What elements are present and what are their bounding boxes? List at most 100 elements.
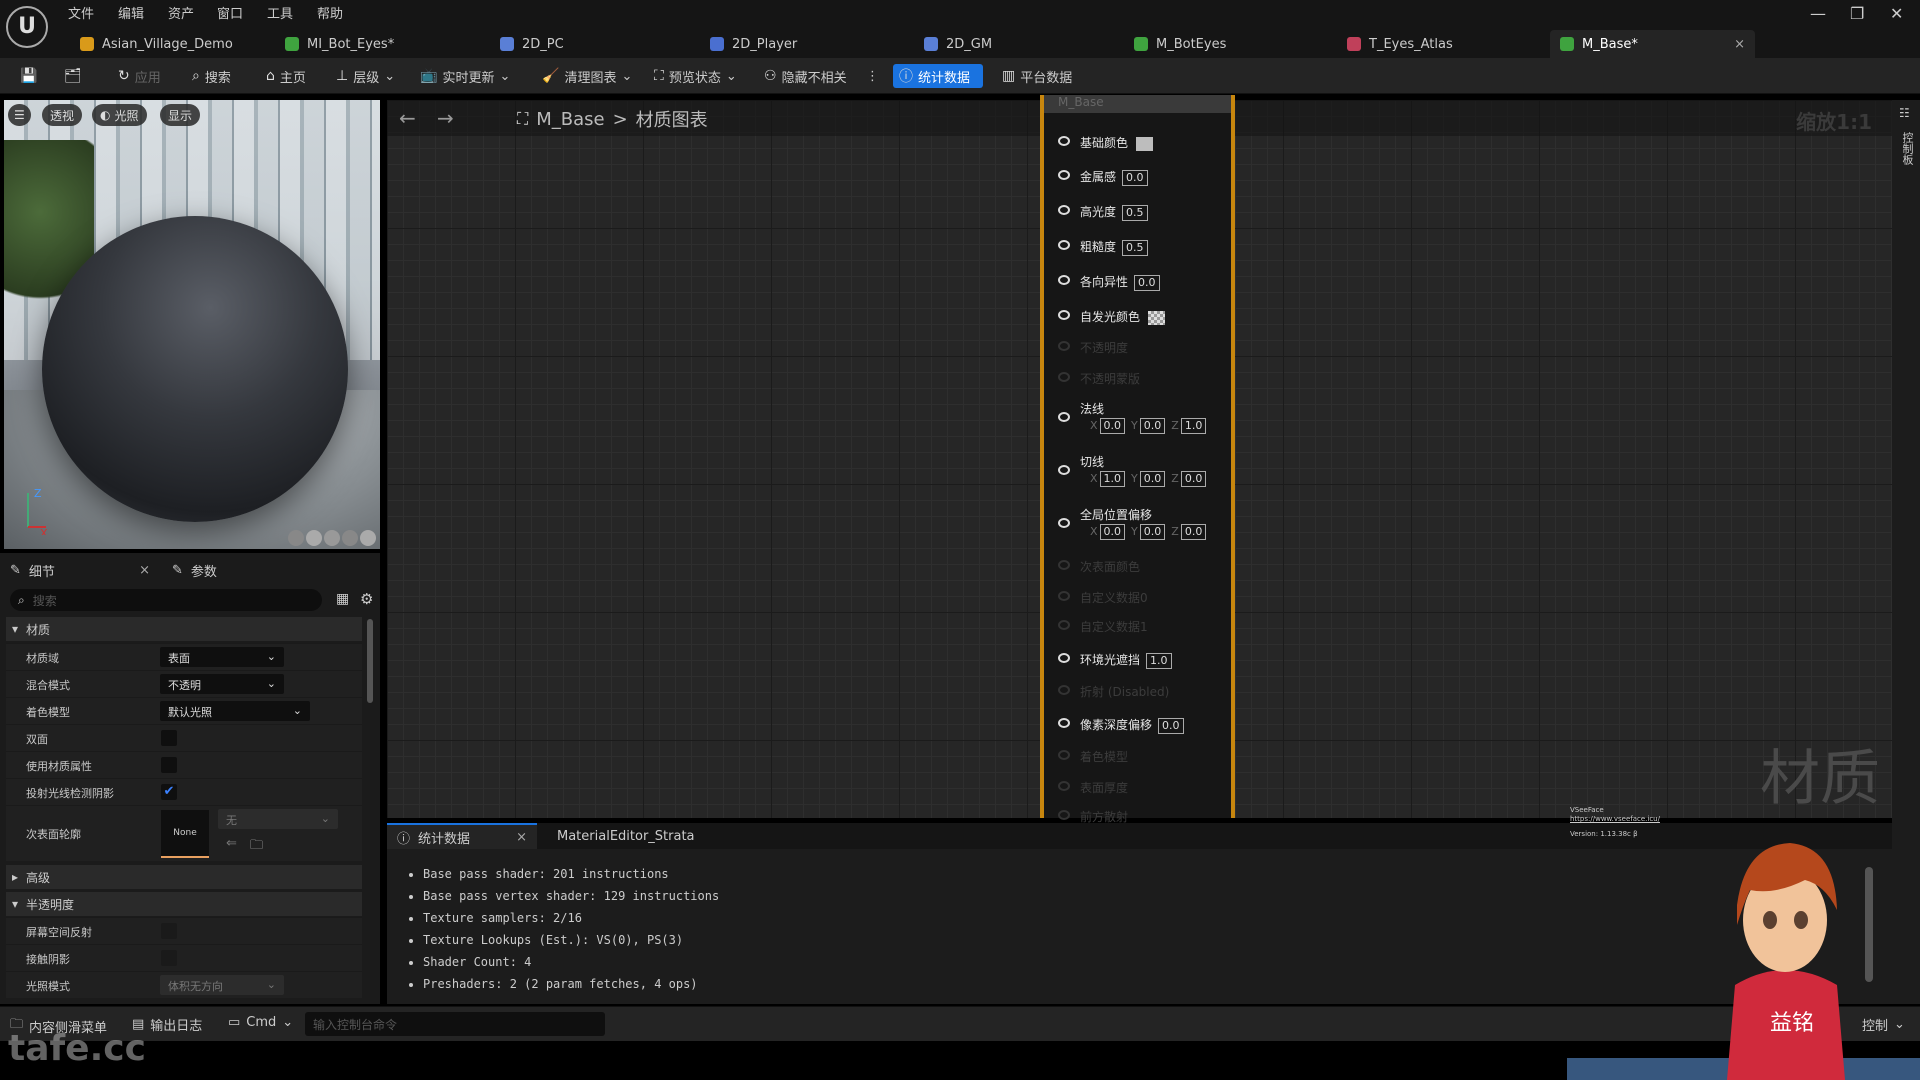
input-pin[interactable] (1058, 465, 1070, 475)
console-command-input[interactable]: 输入控制台命令 (305, 1012, 605, 1036)
vector-z-field[interactable]: 0.0 (1180, 524, 1207, 540)
show-button[interactable]: 显示 (160, 104, 201, 126)
stats-scrollbar[interactable] (1865, 867, 1873, 982)
preview-viewport[interactable]: ☰ 透视 ◐ 光照 显示 ZX (4, 100, 380, 549)
input-pin[interactable] (1058, 372, 1070, 382)
viewport-menu-button[interactable]: ☰ (8, 104, 31, 126)
editor-tab[interactable]: 2D_GM (914, 30, 1002, 58)
preview-state-button[interactable]: ⛶ 预览状态 ⌄ (648, 64, 743, 88)
close-icon[interactable]: × (1734, 37, 1745, 52)
input-pin[interactable] (1058, 275, 1070, 285)
material-domain-dropdown[interactable]: 表面 ⌄ (160, 647, 284, 667)
pin-value-field[interactable]: 0.5 (1122, 240, 1148, 256)
input-pin[interactable] (1058, 518, 1070, 528)
subsurface-profile-dropdown[interactable]: 无 ⌄ (218, 809, 338, 829)
browse-asset-icon[interactable]: 🗀 (250, 836, 263, 858)
color-swatch[interactable] (1136, 136, 1154, 151)
raytraced-shadows-checkbox[interactable]: ✔ (161, 784, 177, 800)
vector-z-field[interactable]: 0.0 (1180, 471, 1207, 487)
input-pin[interactable] (1058, 412, 1070, 422)
source-control-button[interactable]: 控制 ⌄ (1862, 1015, 1905, 1034)
close-window-button[interactable]: ✕ (1890, 4, 1903, 23)
menu-file[interactable]: 文件 (68, 3, 94, 22)
palette-icon[interactable]: ☷ (1899, 106, 1910, 120)
editor-tab[interactable]: M_BotEyes (1124, 30, 1236, 58)
tab-parameters[interactable]: ✎ 参数 (172, 557, 217, 583)
hierarchy-button[interactable]: ⊥ 层级 ⌄ (330, 64, 401, 88)
tab-details[interactable]: ✎ 细节 × (10, 557, 150, 583)
menu-tools[interactable]: 工具 (267, 3, 293, 22)
back-arrow-icon[interactable]: ← (399, 106, 416, 130)
stats-button[interactable]: ⓘ 统计数据 (893, 64, 983, 88)
input-pin[interactable] (1058, 310, 1070, 320)
vector-x-field[interactable]: 1.0 (1099, 471, 1126, 487)
pin-value-field[interactable]: 0.0 (1134, 275, 1160, 291)
search-button[interactable]: ⌕ 搜索 (186, 64, 237, 88)
cylinder-icon[interactable] (288, 530, 304, 546)
breadcrumb-asset[interactable]: M_Base (536, 109, 604, 130)
lighting-mode-dropdown[interactable]: 体积无方向 ⌄ (160, 975, 284, 995)
input-pin[interactable] (1058, 170, 1070, 180)
input-pin[interactable] (1058, 653, 1070, 663)
teapot-icon[interactable] (360, 530, 376, 546)
cmd-dropdown[interactable]: ▭ Cmd ⌄ (228, 1015, 293, 1030)
shading-model-dropdown[interactable]: 默认光照 ⌄ (160, 701, 310, 721)
input-pin[interactable] (1058, 560, 1070, 570)
vector-y-field[interactable]: 0.0 (1139, 418, 1166, 434)
color-swatch[interactable] (1148, 310, 1166, 325)
browse-button[interactable]: 🗂 (58, 64, 88, 88)
input-pin[interactable] (1058, 341, 1070, 351)
menu-edit[interactable]: 编辑 (118, 3, 144, 22)
subsurface-thumbnail[interactable]: None (161, 810, 209, 858)
editor-tab[interactable]: MI_Bot_Eyes* (275, 30, 404, 58)
plane-icon[interactable] (324, 530, 340, 546)
two-sided-checkbox[interactable] (161, 730, 177, 746)
minimize-button[interactable]: — (1810, 4, 1826, 23)
more-options-button[interactable]: ⋮ (860, 64, 885, 88)
apply-button[interactable]: ↻ 应用 (112, 64, 167, 88)
gear-icon[interactable]: ⚙ (360, 590, 373, 608)
section-translucency[interactable]: ▾ 半透明度 (6, 892, 362, 916)
editor-tab[interactable]: 2D_PC (490, 30, 574, 58)
tab-stats[interactable]: ⓘ 统计数据 × (387, 823, 537, 849)
blend-mode-dropdown[interactable]: 不透明 ⌄ (160, 674, 284, 694)
input-pin[interactable] (1058, 718, 1070, 728)
vector-y-field[interactable]: 0.0 (1139, 524, 1166, 540)
platform-stats-button[interactable]: ▥ 平台数据 (996, 64, 1078, 88)
material-result-node[interactable]: M_Base 基础颜色 金属感 0.0 高光度 0.5 粗糙度 0.5 各向异性 0.0 自发光颜… (1040, 95, 1235, 824)
section-advanced[interactable]: ▸ 高级 (6, 865, 362, 889)
menu-window[interactable]: 窗口 (217, 3, 243, 22)
close-icon[interactable]: × (139, 563, 150, 578)
cube-icon[interactable] (342, 530, 358, 546)
pin-value-field[interactable]: 1.0 (1146, 653, 1172, 669)
input-pin[interactable] (1058, 205, 1070, 215)
contact-shadows-checkbox[interactable] (161, 950, 177, 966)
pin-value-field[interactable]: 0.0 (1122, 170, 1148, 186)
section-material[interactable]: ▾ 材质 (6, 617, 362, 641)
close-icon[interactable]: × (516, 830, 527, 845)
use-selected-icon[interactable]: ⇐ (226, 836, 237, 851)
forward-arrow-icon[interactable]: → (437, 106, 454, 130)
lit-button[interactable]: ◐ 光照 (92, 104, 147, 126)
vector-x-field[interactable]: 0.0 (1099, 524, 1126, 540)
vector-y-field[interactable]: 0.0 (1139, 471, 1166, 487)
perspective-button[interactable]: 透视 (42, 104, 83, 126)
use-material-attributes-checkbox[interactable] (161, 757, 177, 773)
details-scrollbar[interactable] (367, 619, 373, 703)
editor-tab[interactable]: Asian_Village_Demo (70, 30, 243, 58)
hide-unrelated-button[interactable]: ⚇ 隐藏不相关 (758, 64, 853, 88)
input-pin[interactable] (1058, 240, 1070, 250)
palette-tab[interactable]: 控制板 (1899, 132, 1915, 165)
details-search-input[interactable]: ⌕ 搜索 (10, 589, 322, 611)
editor-tab[interactable]: 2D_Player (700, 30, 807, 58)
editor-tab[interactable]: M_Base* × (1550, 30, 1755, 58)
sphere-icon[interactable] (306, 530, 322, 546)
table-view-icon[interactable]: ▦ (336, 591, 349, 607)
clean-graph-button[interactable]: 🧹 清理图表 ⌄ (536, 64, 638, 88)
vseeface-url[interactable]: https://www.vseeface.icu/ (1570, 815, 1660, 824)
input-pin[interactable] (1058, 810, 1070, 820)
vector-x-field[interactable]: 0.0 (1099, 418, 1126, 434)
editor-tab[interactable]: T_Eyes_Atlas (1337, 30, 1463, 58)
save-button[interactable]: 💾 (14, 64, 43, 88)
menu-asset[interactable]: 资产 (168, 3, 194, 22)
